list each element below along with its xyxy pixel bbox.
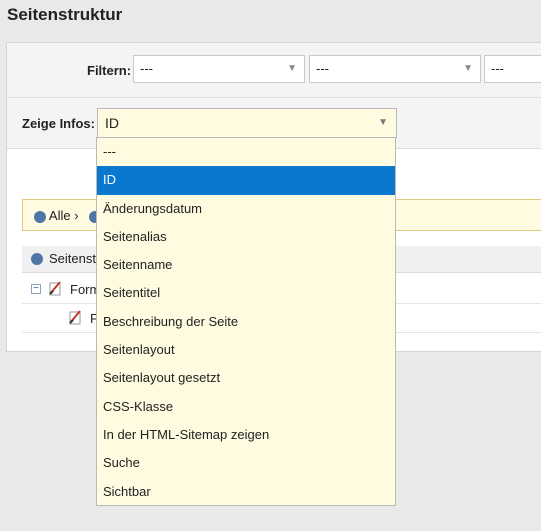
option-id[interactable]: ID	[97, 166, 395, 195]
breadcrumb-all-label: Alle ›	[48, 208, 79, 223]
option-beschreibung[interactable]: Beschreibung der Seite	[97, 308, 395, 336]
dropdown-arrow-icon: ▼	[463, 63, 473, 74]
filter-label: Filtern:	[87, 63, 132, 78]
info-label: Zeige Infos:	[22, 116, 95, 131]
dropdown-arrow-icon: ▼	[287, 63, 297, 74]
option-seitentitel[interactable]: Seitentitel	[97, 279, 395, 307]
root-node-icon	[31, 253, 43, 265]
option-html-sitemap[interactable]: In der HTML-Sitemap zeigen	[97, 421, 395, 449]
collapse-icon[interactable]: −	[31, 284, 41, 294]
page-title: Seitenstruktur	[7, 5, 123, 24]
breadcrumb-root[interactable]: Alle ›	[34, 208, 79, 223]
option-aenderungsdatum[interactable]: Änderungsdatum	[97, 195, 395, 223]
info-dropdown-list: --- ID Änderungsdatum Seitenalias Seiten…	[96, 137, 396, 506]
page-edit-icon	[49, 281, 61, 296]
filter-select-3[interactable]: ---	[484, 55, 541, 83]
filter-select-1-value: ---	[140, 61, 153, 76]
option-seitenlayout[interactable]: Seitenlayout	[97, 336, 395, 364]
info-select-value: ID	[105, 115, 119, 131]
option-none[interactable]: ---	[97, 138, 395, 166]
option-suche[interactable]: Suche	[97, 449, 395, 477]
dropdown-arrow-icon: ▼	[378, 117, 388, 128]
tree-header-label: Seitenst	[49, 251, 96, 266]
filter-select-3-value: ---	[491, 61, 504, 76]
filter-row: Filtern: --- ▼ --- ▼ ---	[7, 43, 541, 98]
filter-select-1[interactable]: --- ▼	[133, 55, 305, 83]
option-css-klasse[interactable]: CSS-Klasse	[97, 393, 395, 421]
filter-select-2-value: ---	[316, 61, 329, 76]
info-select[interactable]: ID ▼	[97, 108, 397, 138]
option-seitenalias[interactable]: Seitenalias	[97, 223, 395, 251]
page-edit-icon	[69, 310, 81, 325]
filter-select-2[interactable]: --- ▼	[309, 55, 481, 83]
option-seitenname[interactable]: Seitenname	[97, 251, 395, 279]
option-sichtbar[interactable]: Sichtbar	[97, 478, 395, 506]
option-seitenlayout-gesetzt[interactable]: Seitenlayout gesetzt	[97, 364, 395, 392]
root-node-icon	[34, 210, 46, 223]
